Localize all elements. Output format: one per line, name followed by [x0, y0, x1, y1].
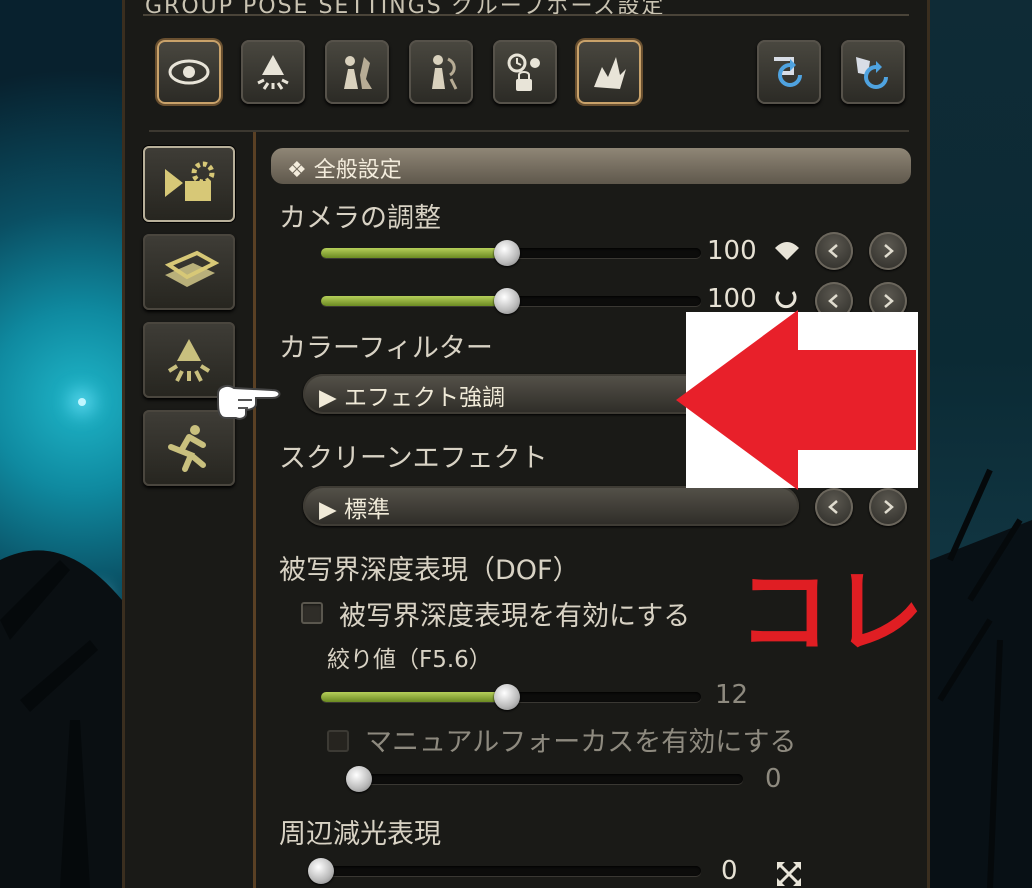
left-arrow-icon — [828, 500, 838, 514]
reset-all-icon — [856, 57, 888, 89]
section-title: ❖ 全般設定 — [287, 158, 402, 183]
screen-effect-dropdown[interactable]: ▶ 標準 — [303, 486, 799, 526]
manual-focus-slider-knob[interactable] — [346, 766, 372, 792]
screen-effect-label: スクリーンエフェクト — [279, 443, 548, 474]
vignette-label: 周辺減光表現 — [279, 819, 441, 850]
dof-enable-checkbox[interactable] — [301, 602, 323, 624]
screen-effect-right-button[interactable] — [869, 488, 907, 526]
camera-settings-icon — [165, 161, 215, 201]
eye-icon — [168, 59, 210, 85]
screen-effect-left-button[interactable] — [815, 488, 853, 526]
window-title: GROUP POSE SETTINGS グループポーズ設定 — [145, 0, 666, 19]
right-arrow-icon — [884, 500, 894, 514]
reset-all-icon-button[interactable] — [841, 40, 905, 104]
background-scene-left — [0, 0, 122, 888]
title-divider — [143, 14, 909, 16]
camera-slider-2-knob[interactable] — [494, 288, 521, 314]
camera-slider-2[interactable] — [321, 288, 701, 314]
motion-icon — [168, 425, 206, 472]
character-b-icon — [432, 55, 458, 90]
aperture-slider-knob[interactable] — [494, 684, 521, 710]
annotation-arrow-icon — [676, 310, 916, 490]
expand-icon[interactable] — [775, 860, 803, 888]
camera-slider-1-knob[interactable] — [494, 240, 521, 266]
sidebar-item-camera-settings[interactable] — [143, 146, 235, 222]
sidebar-divider — [253, 132, 256, 888]
reset-icon-button[interactable] — [757, 40, 821, 104]
color-filter-value: ▶ エフェクト強調 — [319, 385, 505, 411]
dof-label: 被写界深度表現（DOF） — [279, 555, 580, 586]
eye-icon-button[interactable] — [157, 40, 221, 104]
dof-enable-label: 被写界深度表現を有効にする — [339, 601, 691, 632]
effect-icon-button[interactable] — [577, 40, 641, 104]
character-a-icon-button[interactable] — [325, 40, 389, 104]
sidebar-item-frame[interactable] — [143, 234, 235, 310]
camera-slider-1[interactable] — [321, 240, 701, 266]
reset-icon — [774, 57, 802, 87]
frame-icon — [164, 250, 219, 287]
camera-slider-1-fill — [321, 248, 508, 258]
left-arrow-icon — [828, 244, 838, 258]
manual-focus-slider[interactable] — [346, 766, 743, 792]
effect-icon — [594, 57, 626, 89]
vignette-slider[interactable] — [308, 858, 701, 884]
time-lock-icon-button[interactable] — [493, 40, 557, 104]
screen-effect-value: ▶ 標準 — [319, 497, 390, 523]
manual-focus-label: マニュアルフォーカスを有効にする — [365, 727, 797, 758]
camera-slider-1-value: 100 — [707, 236, 757, 266]
vignette-value: 0 — [721, 856, 738, 886]
camera-1-right-button[interactable] — [869, 232, 907, 270]
camera-1-left-button[interactable] — [815, 232, 853, 270]
annotation-text: コレ — [738, 559, 927, 666]
manual-focus-checkbox[interactable] — [327, 730, 349, 752]
manual-focus-value: 0 — [765, 764, 782, 794]
background-scene-right — [930, 0, 1032, 888]
right-arrow-icon — [884, 244, 894, 258]
color-filter-label: カラーフィルター — [279, 333, 493, 364]
lamp-icon-button[interactable] — [241, 40, 305, 104]
lighting-icon — [167, 339, 211, 382]
character-b-icon-button[interactable] — [409, 40, 473, 104]
aperture-slider-fill — [321, 692, 508, 702]
camera-adjust-label: カメラの調整 — [279, 203, 441, 234]
camera-slider-2-fill — [321, 296, 508, 306]
pointing-hand-cursor-icon — [217, 385, 281, 420]
time-lock-icon — [507, 53, 540, 91]
section-header-general: ❖ 全般設定 — [271, 148, 911, 184]
aperture-slider[interactable] — [321, 684, 701, 710]
aperture-value: 12 — [715, 680, 749, 710]
vignette-slider-knob[interactable] — [308, 858, 334, 884]
lamp-icon — [257, 55, 289, 90]
character-a-icon — [344, 56, 372, 89]
wifi-icon — [775, 242, 799, 260]
aperture-label: 絞り値（F5.6） — [327, 647, 492, 673]
toolbar-divider — [149, 130, 909, 132]
